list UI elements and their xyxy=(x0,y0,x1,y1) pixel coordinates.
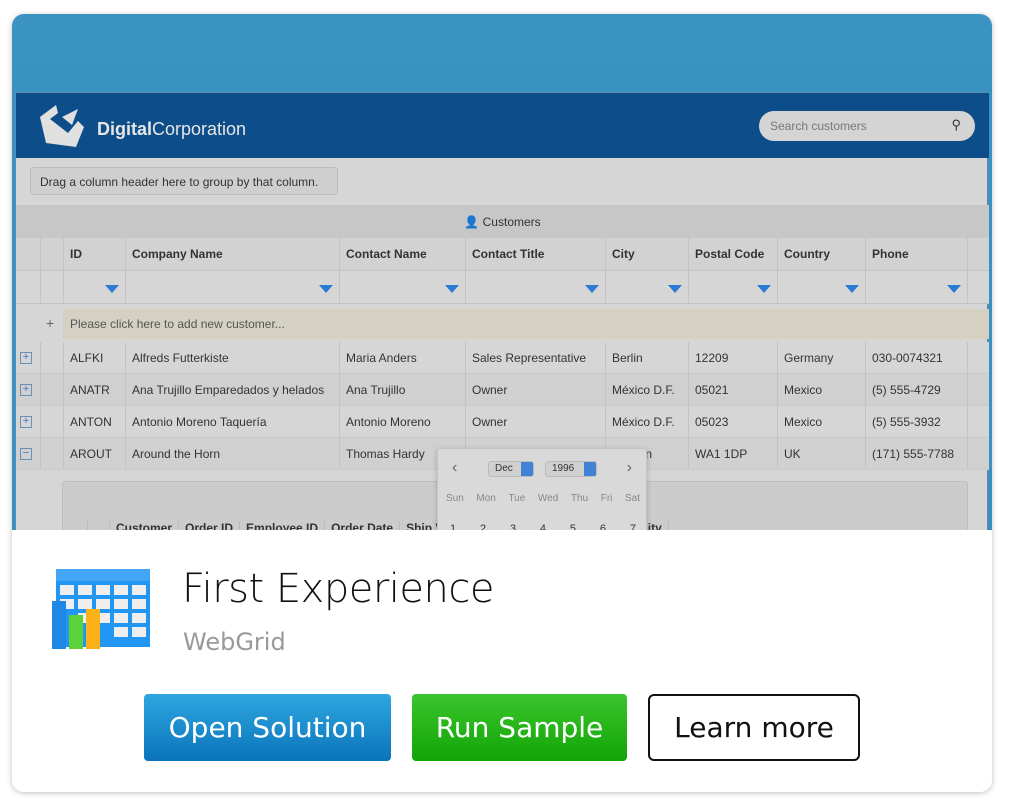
filter-icon[interactable] xyxy=(947,285,961,293)
month-select[interactable]: Dec xyxy=(488,461,534,477)
weekday-label: Fri xyxy=(600,493,613,504)
filter-icon[interactable] xyxy=(105,285,119,293)
table-cell: (5) 555-3932 xyxy=(866,406,968,437)
detail-column-header[interactable]: Order Date xyxy=(325,521,401,530)
column-header[interactable]: Phone xyxy=(866,238,968,270)
date-picker: ‹ Dec 1996 › Sun Mon Tue Wed Thu Fri Sat 1 2 3 4 5… xyxy=(437,448,647,530)
customer-icon: 👤 xyxy=(464,215,480,229)
learn-more-button[interactable]: Learn more xyxy=(648,694,860,761)
table-cell: ANTON xyxy=(64,406,126,437)
filter-icon[interactable] xyxy=(445,285,459,293)
logo-text: DigitalCorporation xyxy=(97,119,247,139)
weekday-label: Mon xyxy=(476,493,496,504)
group-by-area[interactable]: Drag a column header here to group by th… xyxy=(30,167,338,195)
calendar-day[interactable]: 5 xyxy=(570,523,576,530)
table-cell: 12209 xyxy=(689,342,778,373)
table-cell: Ana Trujillo xyxy=(340,374,466,405)
table-cell: UK xyxy=(778,438,866,469)
weekday-label: Thu xyxy=(570,493,589,504)
table-cell: AROUT xyxy=(64,438,126,469)
column-header[interactable]: Contact Title xyxy=(466,238,606,270)
table-cell: Maria Anders xyxy=(340,342,466,373)
calendar-day[interactable]: 3 xyxy=(510,523,516,530)
open-solution-button[interactable]: Open Solution xyxy=(144,694,391,761)
expand-icon[interactable]: + xyxy=(20,351,32,364)
weekday-label: Tue xyxy=(508,493,526,504)
column-headers: ID Company Name Contact Name Contact Tit… xyxy=(16,238,989,271)
run-sample-button[interactable]: Run Sample xyxy=(412,694,627,761)
column-header[interactable]: City xyxy=(606,238,689,270)
table-cell: (5) 555-4729 xyxy=(866,374,968,405)
table-row[interactable]: + ANTON Antonio Moreno Taquería Antonio Mor… xyxy=(16,406,989,438)
card-subtitle: WebGrid xyxy=(183,628,286,656)
detail-column-header[interactable]: Customer xyxy=(110,521,180,530)
filter-icon[interactable] xyxy=(668,285,682,293)
column-header[interactable]: Postal Code xyxy=(689,238,778,270)
search-input[interactable]: Search customers ⚲ xyxy=(759,111,975,141)
table-cell: Sales Representative xyxy=(466,342,606,373)
add-icon[interactable]: + xyxy=(46,315,54,331)
calendar-day[interactable]: 4 xyxy=(540,523,546,530)
table-cell: Alfreds Futterkiste xyxy=(126,342,340,373)
calendar-day[interactable]: 1 xyxy=(450,523,456,530)
column-header[interactable]: ID xyxy=(64,238,126,270)
year-select[interactable]: 1996 xyxy=(545,461,597,477)
prev-month-icon[interactable]: ‹ xyxy=(452,459,457,477)
column-header[interactable]: Company Name xyxy=(126,238,340,270)
sample-card: DigitalCorporation Search customers ⚲ Dra… xyxy=(12,14,992,792)
filter-icon[interactable] xyxy=(585,285,599,293)
filter-row xyxy=(16,271,989,304)
next-month-icon[interactable]: › xyxy=(627,459,632,477)
table-cell: 05021 xyxy=(689,374,778,405)
preview-area: DigitalCorporation Search customers ⚲ Dra… xyxy=(12,14,992,530)
logo-icon xyxy=(40,105,84,147)
search-icon[interactable]: ⚲ xyxy=(951,117,961,133)
calendar-day[interactable]: 6 xyxy=(600,523,606,530)
band-header: 👤 Customers xyxy=(16,205,989,238)
filter-icon[interactable] xyxy=(845,285,859,293)
calendar-day[interactable]: 2 xyxy=(480,523,486,530)
weekday-label: Sun xyxy=(446,493,464,504)
collapse-icon[interactable]: − xyxy=(20,447,32,460)
column-header[interactable]: Contact Name xyxy=(340,238,466,270)
add-new-row[interactable]: Please click here to add new customer... xyxy=(63,309,989,339)
table-cell: Antonio Moreno Taquería xyxy=(126,406,340,437)
webgrid-icon xyxy=(52,569,150,649)
app-header: DigitalCorporation Search customers ⚲ xyxy=(16,93,989,158)
table-cell: México D.F. xyxy=(606,374,689,405)
column-header[interactable]: Country xyxy=(778,238,866,270)
table-cell: Germany xyxy=(778,342,866,373)
filter-icon[interactable] xyxy=(757,285,771,293)
table-cell: Owner xyxy=(466,406,606,437)
table-cell: Around the Horn xyxy=(126,438,340,469)
table-row[interactable]: + ANATR Ana Trujillo Emparedados y helados… xyxy=(16,374,989,406)
table-cell: ANATR xyxy=(64,374,126,405)
table-cell: ALFKI xyxy=(64,342,126,373)
weekday-label: Sat xyxy=(624,493,640,504)
table-cell: Mexico xyxy=(778,374,866,405)
table-cell: Berlin xyxy=(606,342,689,373)
table-cell: 030-0074321 xyxy=(866,342,968,373)
filter-icon[interactable] xyxy=(319,285,333,293)
weekday-label: Wed xyxy=(537,493,559,504)
table-cell: WA1 1DP xyxy=(689,438,778,469)
grid-screenshot: DigitalCorporation Search customers ⚲ Dra… xyxy=(15,92,989,530)
calendar-day[interactable]: 7 xyxy=(630,523,636,530)
table-cell: Owner xyxy=(466,374,606,405)
table-cell: Ana Trujillo Emparedados y helados xyxy=(126,374,340,405)
card-footer: First Experience WebGrid Open Solution R… xyxy=(12,530,992,792)
detail-column-header[interactable]: Employee ID xyxy=(240,521,326,530)
card-title: First Experience xyxy=(182,566,494,612)
table-row[interactable]: + ALFKI Alfreds Futterkiste Maria Anders Sal… xyxy=(16,342,989,374)
detail-column-header[interactable]: Order ID xyxy=(179,521,241,530)
table-cell: Antonio Moreno xyxy=(340,406,466,437)
expand-icon[interactable]: + xyxy=(20,415,32,428)
table-cell: Mexico xyxy=(778,406,866,437)
table-cell: México D.F. xyxy=(606,406,689,437)
table-cell: (171) 555-7788 xyxy=(866,438,968,469)
expand-icon[interactable]: + xyxy=(20,383,32,396)
table-cell: 05023 xyxy=(689,406,778,437)
